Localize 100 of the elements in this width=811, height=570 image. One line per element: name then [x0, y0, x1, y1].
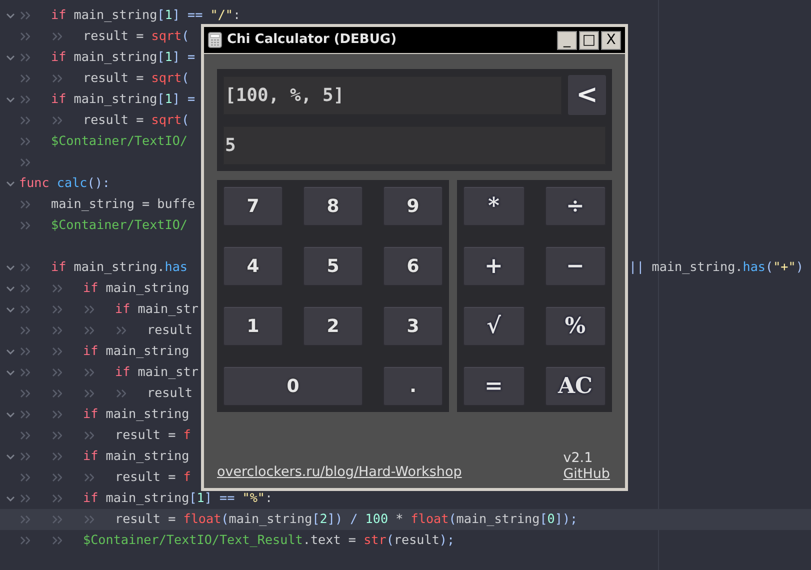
code-line: $Container/TextIO/Text_Result.text = str(result);: [83, 531, 455, 550]
tab-marker-icon: [20, 494, 30, 503]
keypad-button[interactable]: 3: [383, 306, 443, 346]
tab-marker-icon: [52, 431, 62, 440]
code-line: result = sqrt(: [83, 111, 190, 130]
window-control-button[interactable]: □: [579, 30, 599, 50]
code-line: func calc():: [19, 174, 110, 192]
tab-marker-icon: [20, 53, 30, 62]
keypad-button[interactable]: *: [463, 186, 524, 226]
keypad-button[interactable]: +: [463, 246, 524, 286]
tab-marker-icon: [52, 515, 62, 524]
tab-marker-icon: [52, 389, 62, 398]
keypad-button[interactable]: 9: [383, 186, 443, 226]
tab-marker-icon: [20, 473, 30, 482]
tab-marker-icon: [116, 389, 126, 398]
keypad-button[interactable]: 6: [383, 246, 443, 286]
version-label: v2.1: [563, 450, 594, 466]
tab-marker-icon: [52, 368, 62, 377]
blog-link[interactable]: overclockers.ru/blog/Hard-Workshop: [217, 462, 462, 482]
code-line: result: [147, 321, 192, 340]
code-line: result: [147, 384, 192, 402]
tab-marker-icon: [20, 515, 30, 524]
github-link[interactable]: GitHub: [563, 466, 610, 482]
code-line: result = sqrt(: [83, 69, 190, 88]
keypad-button[interactable]: .: [383, 366, 443, 406]
tab-marker-icon: [52, 452, 62, 461]
keypad-button[interactable]: 5: [303, 246, 363, 286]
tab-marker-icon: [52, 347, 62, 356]
code-line: if main_string: [83, 447, 190, 466]
keypad-button[interactable]: 8: [303, 186, 363, 226]
window-title: Chi Calculator (DEBUG): [227, 31, 397, 50]
code-line: $Container/TextIO/: [51, 216, 188, 234]
backspace-button[interactable]: <: [568, 75, 606, 115]
tab-marker-icon: [84, 368, 94, 377]
tab-marker-icon: [20, 347, 30, 356]
tab-marker-icon: [20, 32, 30, 41]
code-line: result = float(main_string[2]) / 100 * float(main_string[0]);: [115, 510, 578, 528]
tab-marker-icon: [116, 326, 126, 335]
code-line: if main_str: [115, 363, 198, 382]
tab-marker-icon: [20, 368, 30, 377]
tab-marker-icon: [20, 200, 30, 209]
code-line: if main_string[1] =: [51, 90, 196, 108]
tab-marker-icon: [20, 452, 30, 461]
tab-marker-icon: [84, 389, 94, 398]
code-line: if main_string: [83, 279, 190, 298]
keypad-button[interactable]: 1: [223, 306, 283, 346]
tab-marker-icon: [20, 431, 30, 440]
tab-marker-icon: [52, 473, 62, 482]
tab-marker-icon: [20, 116, 30, 125]
keypad-button[interactable]: 7: [223, 186, 283, 226]
tab-marker-icon: [20, 389, 30, 398]
code-line: result = f: [115, 468, 191, 486]
tab-marker-icon: [20, 158, 30, 167]
window-control-button[interactable]: _: [557, 30, 577, 50]
code-line: result = f: [115, 426, 191, 444]
calculator-icon: [208, 32, 222, 48]
keypad-button[interactable]: 2: [303, 306, 363, 346]
tab-marker-icon: [52, 494, 62, 503]
tab-marker-icon: [52, 536, 62, 545]
keypad-button[interactable]: 4: [223, 246, 283, 286]
tab-marker-icon: [84, 326, 94, 335]
code-line: $Container/TextIO/: [51, 132, 188, 150]
code-line: if main_string: [83, 342, 190, 360]
tab-marker-icon: [84, 473, 94, 482]
code-line: if main_string.has: [51, 258, 188, 276]
keypad-button[interactable]: =: [463, 366, 524, 406]
tab-marker-icon: [52, 305, 62, 314]
tab-marker-icon: [20, 137, 30, 146]
tab-marker-icon: [20, 326, 30, 335]
keypad-button[interactable]: %: [544, 306, 606, 346]
keypad-button[interactable]: AC: [544, 366, 606, 406]
code-line: if main_string: [83, 405, 190, 424]
code-line: if main_string[1] == "/":: [51, 6, 241, 24]
result-field: 5: [223, 126, 606, 165]
code-line: if main_string[1] == "%":: [83, 489, 273, 508]
window-control-button[interactable]: X: [601, 30, 621, 50]
keypad-button[interactable]: 0: [223, 366, 363, 406]
tab-marker-icon: [20, 284, 30, 293]
code-line: if main_string[1] =: [51, 48, 196, 66]
tab-marker-icon: [84, 515, 94, 524]
tab-marker-icon: [52, 284, 62, 293]
tab-marker-icon: [20, 410, 30, 419]
tab-marker-icon: [20, 95, 30, 104]
tab-marker-icon: [52, 410, 62, 419]
tab-marker-icon: [20, 11, 30, 20]
tab-marker-icon: [20, 536, 30, 545]
tab-marker-icon: [84, 305, 94, 314]
tab-marker-icon: [20, 305, 30, 314]
keypad-button[interactable]: √: [463, 306, 524, 346]
tab-marker-icon: [20, 221, 30, 230]
keypad-button[interactable]: ÷: [544, 186, 606, 226]
tab-marker-icon: [52, 32, 62, 41]
tab-marker-icon: [84, 431, 94, 440]
code-line: if main_str: [115, 300, 198, 318]
tab-marker-icon: [20, 263, 30, 272]
tab-marker-icon: [20, 74, 30, 83]
keypad-button[interactable]: −: [544, 246, 606, 286]
code-line: result = sqrt(: [83, 27, 190, 46]
expression-field[interactable]: [100, %, 5]: [223, 76, 562, 114]
tab-marker-icon: [52, 326, 62, 335]
